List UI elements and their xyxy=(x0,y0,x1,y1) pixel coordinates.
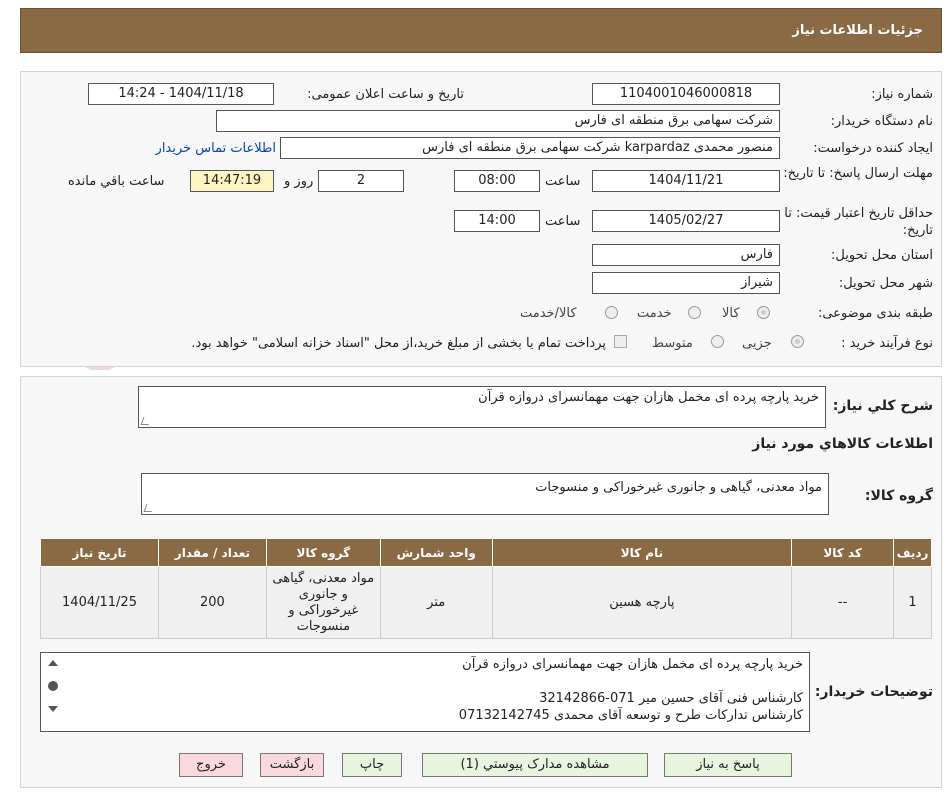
remaining-time-field: 14:47:19 xyxy=(190,170,274,192)
resize-handle-icon[interactable] xyxy=(140,417,152,425)
buyer-label: نام دستگاه خریدار: xyxy=(830,114,933,129)
validity-date-field: 1405/02/27 xyxy=(592,210,780,232)
radio-goods-service[interactable] xyxy=(605,306,618,319)
category-label: طبقه بندی موضوعی: xyxy=(817,306,933,321)
process-label: نوع فرآیند خرید : xyxy=(841,336,933,351)
radio-medium-label: متوسط xyxy=(652,336,693,351)
days-field: 2 xyxy=(318,170,404,192)
table-row: 1 -- پارچه هسین متر مواد معدنی، گیاهی و … xyxy=(40,566,932,639)
cell-unit: متر xyxy=(379,566,493,639)
scrollbar[interactable] xyxy=(44,656,62,720)
days-label: روز و xyxy=(284,174,314,189)
reply-deadline-label: مهلت ارسال پاسخ: تا تاریخ: xyxy=(783,166,933,181)
radio-goods-service-label: کالا/خدمت xyxy=(520,306,577,321)
scroll-thumb[interactable] xyxy=(48,681,58,691)
cell-name: پارچه هسین xyxy=(491,566,793,639)
summary-textarea[interactable]: خرید پارچه پرده ای مخمل هازان جهت مهمانس… xyxy=(138,386,826,428)
city-field: شیراز xyxy=(592,272,780,294)
notes-line: کارشناس تدارکات طرح و توسعه آقای محمدی 0… xyxy=(458,708,803,723)
radio-goods[interactable] xyxy=(757,306,770,319)
announce-field: 1404/11/18 - 14:24 xyxy=(88,83,274,105)
validity-hour-label: ساعت xyxy=(545,214,581,229)
col-name: نام کالا xyxy=(491,538,793,567)
notes-line: کارشناس فنی آقای حسین میر 071-32142866 xyxy=(539,691,803,706)
col-row: ردیف xyxy=(893,538,932,567)
radio-goods-label: کالا xyxy=(722,306,740,321)
buyer-notes-label: توضیحات خریدار: xyxy=(814,684,933,700)
validity-label: حداقل تاريخ اعتبار قيمت: تا تاریخ: xyxy=(784,206,933,238)
reply-button[interactable]: پاسخ به نياز xyxy=(664,753,792,777)
resize-handle-icon[interactable] xyxy=(143,504,155,512)
page-title: جزئیات اطلاعات نیاز xyxy=(792,23,923,38)
creator-label: ایجاد کننده درخواست: xyxy=(813,141,933,156)
col-group: گروه کالا xyxy=(265,538,381,567)
goods-group-textarea[interactable]: مواد معدنی، گیاهی و جانوری غیرخوراکی و م… xyxy=(141,473,829,515)
summary-label: شرح کلي نياز: xyxy=(832,398,933,414)
validity-hour-field: 14:00 xyxy=(454,210,540,232)
province-field: فارس xyxy=(592,244,780,266)
remaining-label: ساعت باقي مانده xyxy=(68,174,165,189)
scroll-up-icon[interactable] xyxy=(48,660,58,666)
page-header: جزئیات اطلاعات نیاز xyxy=(20,8,942,53)
table-header-row: ردیف کد کالا نام کالا واحد شمارش گروه کا… xyxy=(40,538,932,567)
summary-text: خرید پارچه پرده ای مخمل هازان جهت مهمانس… xyxy=(478,390,819,405)
goods-group-label: گروه کالا: xyxy=(864,488,933,504)
cell-qty: 200 xyxy=(158,566,267,639)
exit-button[interactable]: خروج xyxy=(179,753,243,777)
back-button[interactable]: بازگشت xyxy=(260,753,324,777)
goods-section-title: اطلاعات کالاهاي مورد نياز xyxy=(752,436,933,452)
reply-hour-label: ساعت xyxy=(545,174,581,189)
radio-minor-label: جزیی xyxy=(742,336,772,351)
city-label: شهر محل تحویل: xyxy=(838,276,933,291)
view-attachments-button[interactable]: مشاهده مدارک پیوستي (1) xyxy=(422,753,648,777)
scroll-down-icon[interactable] xyxy=(48,706,58,712)
reply-date-field: 1404/11/21 xyxy=(592,170,780,192)
goods-group-text: مواد معدنی، گیاهی و جانوری غیرخوراکی و م… xyxy=(535,480,822,495)
treasury-checkbox[interactable] xyxy=(614,335,627,348)
buyer-notes-textarea[interactable]: خرید پارچه پرده ای مخمل هازان جهت مهمانس… xyxy=(40,652,810,732)
need-number-label: شماره نیاز: xyxy=(871,87,933,102)
col-date: تاریخ نیاز xyxy=(40,538,159,567)
radio-medium[interactable] xyxy=(711,335,724,348)
province-label: استان محل تحویل: xyxy=(831,248,933,263)
reply-hour-field: 08:00 xyxy=(454,170,540,192)
radio-service-label: خدمت xyxy=(637,306,672,321)
payment-note: پرداخت تمام یا بخشی از مبلغ خرید،از محل … xyxy=(191,336,606,351)
cell-code: -- xyxy=(791,566,895,639)
creator-field: منصور محمدی karpardaz شرکت سهامی برق منط… xyxy=(280,137,780,159)
cell-date: 1404/11/25 xyxy=(40,566,159,639)
announce-label: تاریخ و ساعت اعلان عمومی: xyxy=(307,87,464,102)
print-button[interactable]: چاپ xyxy=(342,753,402,777)
notes-line: خرید پارچه پرده ای مخمل هازان جهت مهمانس… xyxy=(462,657,803,672)
col-unit: واحد شمارش xyxy=(379,538,493,567)
need-number-field: 1104001046000818 xyxy=(592,83,780,105)
cell-row: 1 xyxy=(893,566,932,639)
col-qty: تعداد / مقدار xyxy=(158,538,267,567)
col-code: کد کالا xyxy=(791,538,895,567)
radio-service[interactable] xyxy=(688,306,701,319)
notes-line xyxy=(47,673,803,690)
goods-table: ردیف کد کالا نام کالا واحد شمارش گروه کا… xyxy=(40,538,932,639)
radio-minor[interactable] xyxy=(791,335,804,348)
buyer-contact-link[interactable]: اطلاعات تماس خریدار xyxy=(140,141,276,156)
buyer-field: شرکت سهامی برق منطقه ای فارس xyxy=(216,110,780,132)
cell-group: مواد معدنی، گیاهی و جانوری غیرخوراکی و م… xyxy=(265,566,381,639)
